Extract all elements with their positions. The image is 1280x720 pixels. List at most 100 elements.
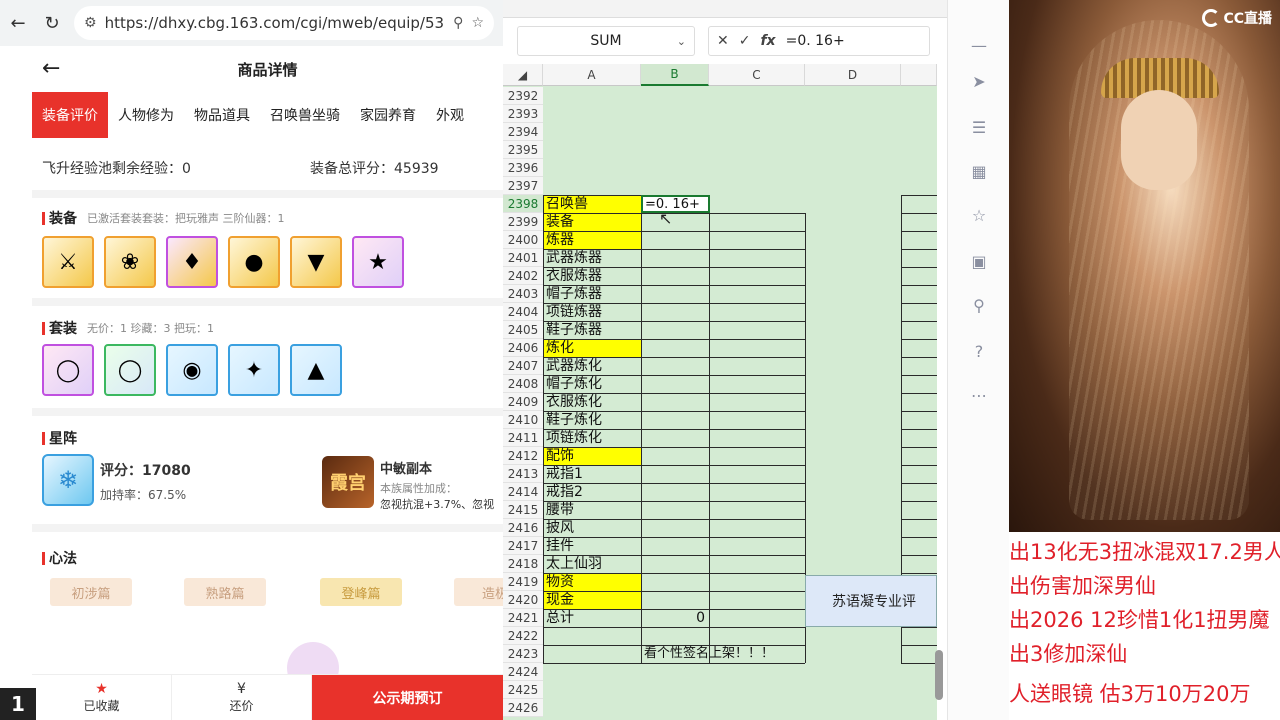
tab-equip-eval[interactable]: 装备评价 — [32, 92, 108, 138]
cell-a[interactable] — [543, 123, 641, 141]
signature-textbox[interactable]: 苏语凝专业评 — [805, 575, 937, 627]
row-header[interactable]: 2410 — [503, 411, 543, 429]
row-header[interactable]: 2401 — [503, 249, 543, 267]
function-icon[interactable]: fx — [760, 33, 775, 49]
bookmark-icon[interactable]: ☆ — [471, 15, 484, 31]
cell-a[interactable] — [543, 159, 641, 177]
cell-a[interactable] — [543, 681, 641, 699]
cell-a[interactable]: 装备 — [543, 213, 641, 231]
tab-character[interactable]: 人物修为 — [108, 92, 184, 138]
row-header[interactable]: 2408 — [503, 375, 543, 393]
ring-icon[interactable]: ◯ — [104, 344, 156, 396]
row-header[interactable]: 2414 — [503, 483, 543, 501]
row-header[interactable]: 2400 — [503, 231, 543, 249]
cell-a[interactable]: 挂件 — [543, 537, 641, 555]
pointer-icon[interactable]: ➤ — [968, 70, 990, 92]
row-header[interactable]: 2392 — [503, 87, 543, 105]
cell-a[interactable]: 帽子炼器 — [543, 285, 641, 303]
row-header[interactable]: 2417 — [503, 537, 543, 555]
equip-necklace-icon[interactable]: ● — [228, 236, 280, 288]
row-header[interactable]: 2398 — [503, 195, 543, 213]
note-cell[interactable]: 看个性签名上架！！！ — [641, 645, 774, 663]
more-icon[interactable]: ⋯ — [968, 384, 990, 406]
tab-home[interactable]: 家园养育 — [350, 92, 426, 138]
cell-a[interactable]: 戒指1 — [543, 465, 641, 483]
column-header-b[interactable]: B — [641, 64, 709, 86]
help-icon[interactable]: ? — [968, 340, 990, 362]
column-header-c[interactable]: C — [709, 64, 805, 86]
reserve-button[interactable]: 公示期预订 — [312, 675, 503, 720]
cell-a[interactable]: 配饰 — [543, 447, 641, 465]
row-header[interactable]: 2403 — [503, 285, 543, 303]
cell-a[interactable] — [543, 177, 641, 195]
belt-icon[interactable]: ◉ — [166, 344, 218, 396]
cell-a[interactable]: 炼器 — [543, 231, 641, 249]
tab-appearance[interactable]: 外观 — [426, 92, 474, 138]
row-header[interactable]: 2406 — [503, 339, 543, 357]
back-arrow-icon[interactable]: ← — [6, 11, 30, 35]
row-header[interactable]: 2411 — [503, 429, 543, 447]
total-value-cell[interactable]: 0 — [641, 609, 705, 627]
cell-a[interactable]: 戒指2 — [543, 483, 641, 501]
cell-a[interactable]: 项链炼化 — [543, 429, 641, 447]
row-header[interactable]: 2422 — [503, 627, 543, 645]
cell-a[interactable]: 项链炼器 — [543, 303, 641, 321]
xinfa-button-1[interactable]: 初涉篇 — [50, 578, 132, 606]
row-header[interactable]: 2409 — [503, 393, 543, 411]
search-icon[interactable]: ⚲ — [453, 15, 463, 31]
cell-a[interactable]: 腰带 — [543, 501, 641, 519]
equip-hat-icon[interactable]: ❀ — [104, 236, 156, 288]
confirm-icon[interactable]: ✓ — [739, 33, 751, 49]
column-header-d[interactable]: D — [805, 64, 901, 86]
name-box[interactable]: SUM ⌄ — [517, 26, 695, 56]
page-back-icon[interactable]: ← — [42, 56, 60, 81]
star-tool-icon[interactable]: ☆ — [968, 204, 990, 226]
cell-a[interactable]: 鞋子炼器 — [543, 321, 641, 339]
url-text[interactable]: https://dhxy.cbg.163.com/cgi/mweb/equip/… — [105, 14, 446, 32]
row-header[interactable]: 2393 — [503, 105, 543, 123]
minimize-icon[interactable]: — — [968, 34, 990, 56]
row-header[interactable]: 2407 — [503, 357, 543, 375]
cell-a[interactable]: 太上仙羽 — [543, 555, 641, 573]
pendant-icon[interactable]: ✦ — [228, 344, 280, 396]
row-header[interactable]: 2404 — [503, 303, 543, 321]
cell-a[interactable]: 武器炼器 — [543, 249, 641, 267]
xinfa-button-3[interactable]: 登峰篇 — [320, 578, 402, 606]
cell-a[interactable] — [543, 105, 641, 123]
cancel-icon[interactable]: ✕ — [717, 33, 729, 49]
row-header[interactable]: 2420 — [503, 591, 543, 609]
row-header[interactable]: 2418 — [503, 555, 543, 573]
favorite-button[interactable]: ★ 已收藏 — [32, 675, 172, 720]
cell-a[interactable]: 披风 — [543, 519, 641, 537]
url-field[interactable]: ⚙ https://dhxy.cbg.163.com/cgi/mweb/equi… — [74, 6, 494, 40]
xinfa-button-4[interactable]: 造极 — [454, 578, 503, 606]
adjust-icon[interactable]: ☰ — [968, 116, 990, 138]
row-header[interactable]: 2395 — [503, 141, 543, 159]
cape-icon[interactable]: ▲ — [290, 344, 342, 396]
chevron-down-icon[interactable]: ⌄ — [677, 35, 686, 48]
cell-a[interactable]: 武器炼化 — [543, 357, 641, 375]
select-all-corner[interactable]: ◢ — [503, 64, 543, 86]
xinfa-button-2[interactable]: 熟路篇 — [184, 578, 266, 606]
search-doc-icon[interactable]: ⚲ — [968, 294, 990, 316]
row-header[interactable]: 2397 — [503, 177, 543, 195]
cell-a[interactable] — [543, 645, 641, 663]
cell-a[interactable]: 现金 — [543, 591, 641, 609]
cell-grid[interactable]: ◢ A B C D 2392 2393 2394 2395 2396 2397 2398 召唤… — [503, 64, 937, 720]
cell-a[interactable]: 帽子炼化 — [543, 375, 641, 393]
cell-a[interactable]: 总计 — [543, 609, 641, 627]
row-header[interactable]: 2424 — [503, 663, 543, 681]
cell-a[interactable]: 衣服炼化 — [543, 393, 641, 411]
ring-icon[interactable]: ◯ — [42, 344, 94, 396]
row-header[interactable]: 2412 — [503, 447, 543, 465]
star-crystal-icon[interactable]: ❄ — [42, 454, 94, 506]
cell-a[interactable]: 鞋子炼化 — [543, 411, 641, 429]
cell-a[interactable] — [543, 141, 641, 159]
row-header[interactable]: 2394 — [503, 123, 543, 141]
vertical-scrollbar[interactable] — [935, 650, 943, 700]
site-info-icon[interactable]: ⚙ — [84, 15, 97, 31]
row-header[interactable]: 2405 — [503, 321, 543, 339]
formula-text[interactable]: =0. 16+ — [786, 33, 845, 49]
reload-icon[interactable]: ↻ — [40, 11, 64, 35]
equip-weapon-icon[interactable]: ⚔ — [42, 236, 94, 288]
